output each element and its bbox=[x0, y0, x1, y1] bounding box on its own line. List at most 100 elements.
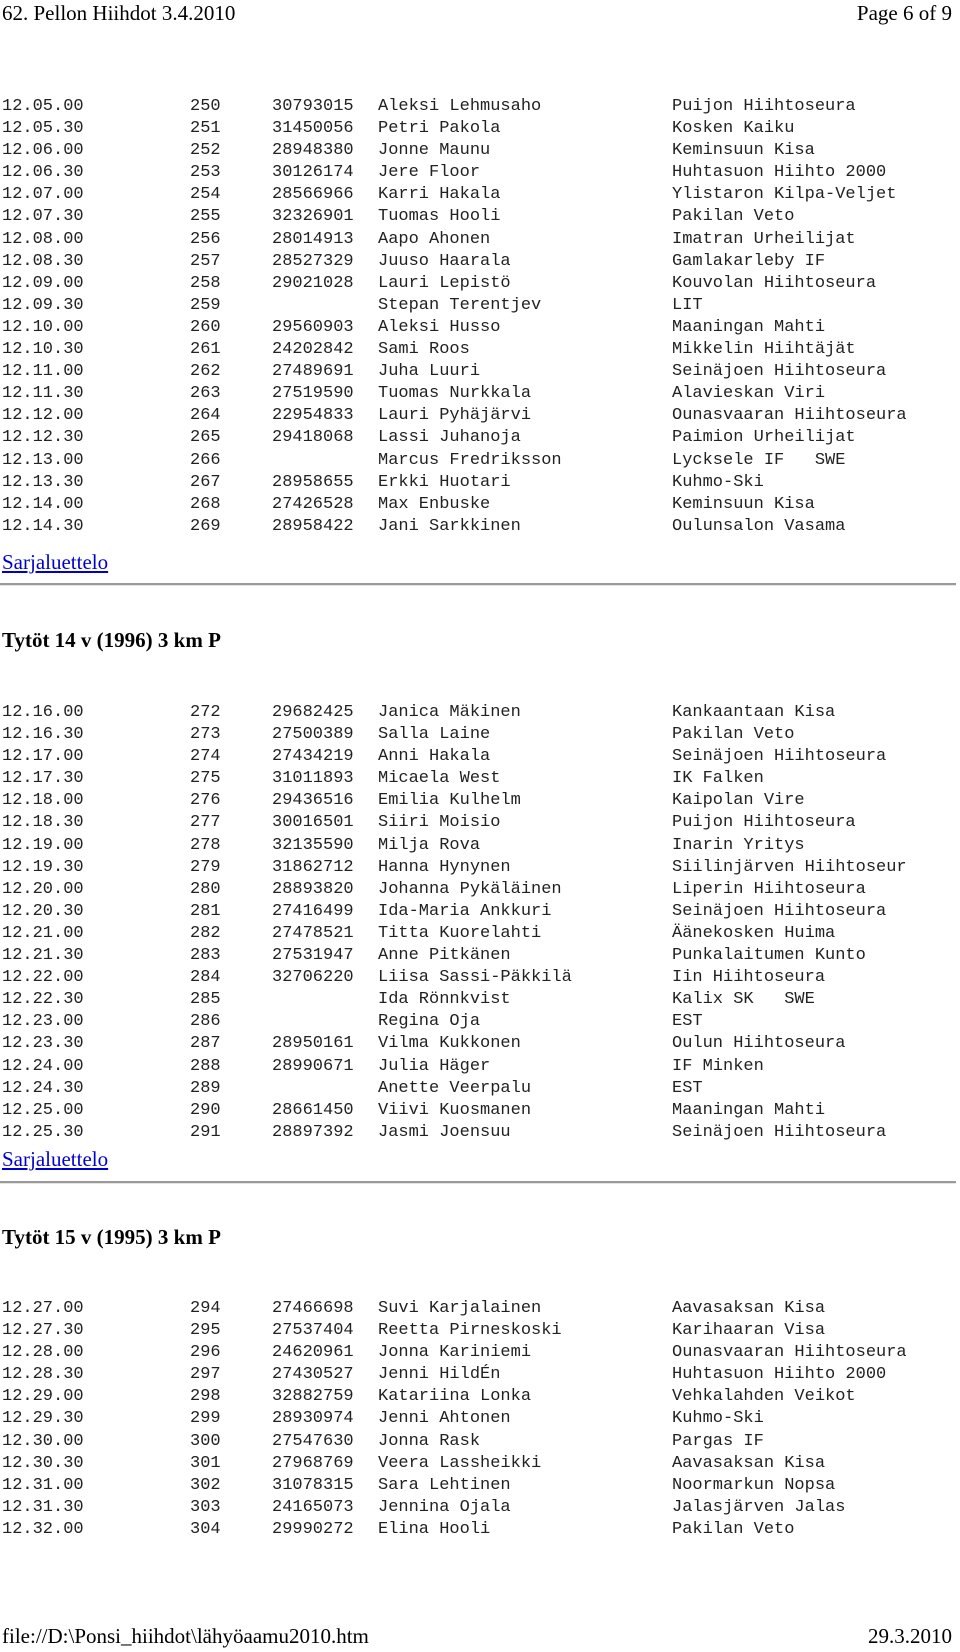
club-name: Pakilan Veto bbox=[672, 725, 795, 745]
bib-number: 264 bbox=[190, 406, 221, 426]
table-row: 12.25.00 290 28661450 Viivi Kuosmanen Maanin… bbox=[0, 1100, 960, 1122]
table-row: 12.29.00 298 32882759 Katariina Lonka Vehkal… bbox=[0, 1386, 960, 1408]
table-row: 12.22.30 285 Ida Rönnkvist Kalix SK SWE bbox=[0, 989, 960, 1011]
license-number: 27531947 bbox=[272, 946, 354, 966]
license-number: 27968769 bbox=[272, 1453, 354, 1473]
license-number: 28948380 bbox=[272, 141, 354, 161]
license-number: 27547630 bbox=[272, 1431, 354, 1451]
table-row: 12.09.00 258 29021028 Lauri Lepistö Kouvolan… bbox=[0, 273, 960, 295]
start-time: 12.27.30 bbox=[2, 1321, 84, 1341]
competitor-name: Salla Laine bbox=[378, 725, 491, 745]
bib-number: 277 bbox=[190, 813, 221, 833]
sarjaluettelo-link[interactable]: Sarjaluettelo bbox=[2, 549, 108, 575]
table-row: 12.23.30 287 28950161 Vilma Kukkonen Oulun H… bbox=[0, 1033, 960, 1055]
license-number: 31011893 bbox=[272, 769, 354, 789]
bib-number: 251 bbox=[190, 119, 221, 139]
bib-number: 266 bbox=[190, 450, 221, 470]
table-row: 12.14.00 268 27426528 Max Enbuske Keminsuun … bbox=[0, 494, 960, 516]
competitor-name: Anne Pitkänen bbox=[378, 946, 511, 966]
competitor-name: Katariina Lonka bbox=[378, 1387, 532, 1407]
license-number: 30016501 bbox=[272, 813, 354, 833]
competitor-name: Veera Lassheikki bbox=[378, 1453, 542, 1473]
bib-number: 291 bbox=[190, 1122, 221, 1142]
license-number: 31862712 bbox=[272, 857, 354, 877]
license-number: 32135590 bbox=[272, 835, 354, 855]
bib-number: 254 bbox=[190, 185, 221, 205]
start-time: 12.05.00 bbox=[2, 97, 84, 116]
club-name: Liperin Hiihtoseura bbox=[672, 879, 866, 899]
club-name: Kosken Kaiku bbox=[672, 119, 795, 139]
start-list-rows: 12.16.00 272 29682425 Janica Mäkinen Kankaan… bbox=[0, 702, 960, 1144]
competitor-name: Aleksi Husso bbox=[378, 317, 501, 337]
table-row: 12.32.00 304 29990272 Elina Hooli Pakilan Ve… bbox=[0, 1519, 960, 1541]
competitor-name: Karri Hakala bbox=[378, 185, 501, 205]
club-name: Jalasjärven Jalas bbox=[672, 1497, 846, 1517]
bib-number: 275 bbox=[190, 769, 221, 789]
license-number: 32882759 bbox=[272, 1387, 354, 1407]
sarjaluettelo-link[interactable]: Sarjaluettelo bbox=[2, 1146, 108, 1172]
bib-number: 280 bbox=[190, 879, 221, 899]
club-name: Siilinjärven Hiihtoseur bbox=[672, 857, 907, 877]
competitor-name: Jenni HildÉn bbox=[378, 1365, 501, 1385]
competitor-name: Reetta Pirneskoski bbox=[378, 1321, 562, 1341]
bib-number: 298 bbox=[190, 1387, 221, 1407]
competitor-name: Viivi Kuosmanen bbox=[378, 1100, 532, 1120]
start-time: 12.31.30 bbox=[2, 1497, 84, 1517]
bib-number: 255 bbox=[190, 207, 221, 227]
competitor-name: Marcus Fredriksson bbox=[378, 450, 562, 470]
table-row: 12.09.30 259 Stepan Terentjev LIT bbox=[0, 295, 960, 317]
start-time: 12.06.00 bbox=[2, 141, 84, 161]
start-time: 12.18.00 bbox=[2, 791, 84, 811]
table-row: 12.12.30 265 29418068 Lassi Juhanoja Paimion… bbox=[0, 427, 960, 449]
club-name: Lycksele IF SWE bbox=[672, 450, 846, 470]
table-row: 12.30.30 301 27968769 Veera Lassheikki Aavas… bbox=[0, 1453, 960, 1475]
section-heading: Tytöt 14 v (1996) 3 km P bbox=[2, 628, 221, 652]
bib-number: 269 bbox=[190, 516, 221, 536]
table-row: 12.17.30 275 31011893 Micaela West IK Falken bbox=[0, 768, 960, 790]
competitor-name: Lauri Lepistö bbox=[378, 273, 511, 293]
bib-number: 258 bbox=[190, 273, 221, 293]
start-time: 12.14.00 bbox=[2, 494, 84, 514]
bib-number: 288 bbox=[190, 1056, 221, 1076]
table-row: 12.18.30 277 30016501 Siiri Moisio Puijon Hi… bbox=[0, 812, 960, 834]
bib-number: 302 bbox=[190, 1475, 221, 1495]
club-name: Pakilan Veto bbox=[672, 1519, 795, 1539]
club-name: Maaningan Mahti bbox=[672, 1100, 826, 1120]
competitor-name: Jani Sarkkinen bbox=[378, 516, 521, 536]
bib-number: 250 bbox=[190, 97, 221, 116]
table-row: 12.06.30 253 30126174 Jere Floor Huhtasuon H… bbox=[0, 162, 960, 184]
start-time: 12.16.00 bbox=[2, 703, 84, 722]
start-time: 12.16.30 bbox=[2, 725, 84, 745]
start-time: 12.23.00 bbox=[2, 1012, 84, 1032]
start-time: 12.10.00 bbox=[2, 317, 84, 337]
license-number: 28990671 bbox=[272, 1056, 354, 1076]
table-row: 12.13.00 266 Marcus Fredriksson Lycksele IF… bbox=[0, 450, 960, 472]
table-row: 12.29.30 299 28930974 Jenni Ahtonen Kuhmo-Sk… bbox=[0, 1408, 960, 1430]
start-time: 12.22.00 bbox=[2, 968, 84, 988]
competitor-name: Tuomas Nurkkala bbox=[378, 384, 532, 404]
table-row: 12.31.00 302 31078315 Sara Lehtinen Noormark… bbox=[0, 1475, 960, 1497]
club-name: Vehkalahden Veikot bbox=[672, 1387, 856, 1407]
club-name: Pargas IF bbox=[672, 1431, 764, 1451]
bib-number: 295 bbox=[190, 1321, 221, 1341]
table-row: 12.31.30 303 24165073 Jennina Ojala Jalasjär… bbox=[0, 1497, 960, 1519]
table-row: 12.07.30 255 32326901 Tuomas Hooli Pakilan V… bbox=[0, 206, 960, 228]
table-row: 12.28.00 296 24620961 Jonna Kariniemi Ounasv… bbox=[0, 1342, 960, 1364]
start-time: 12.20.00 bbox=[2, 879, 84, 899]
start-time: 12.25.30 bbox=[2, 1122, 84, 1142]
competitor-name: Sami Roos bbox=[378, 340, 470, 360]
start-time: 12.30.00 bbox=[2, 1431, 84, 1451]
club-name: Imatran Urheilijat bbox=[672, 229, 856, 249]
competitor-name: Jonna Kariniemi bbox=[378, 1343, 532, 1363]
bib-number: 261 bbox=[190, 340, 221, 360]
bib-number: 259 bbox=[190, 295, 221, 315]
start-time: 12.23.30 bbox=[2, 1034, 84, 1054]
table-row: 12.21.30 283 27531947 Anne Pitkänen Punkalai… bbox=[0, 945, 960, 967]
competitor-name: Anni Hakala bbox=[378, 747, 491, 767]
table-row: 12.10.00 260 29560903 Aleksi Husso Maaningan… bbox=[0, 317, 960, 339]
bib-number: 287 bbox=[190, 1034, 221, 1054]
table-row: 12.07.00 254 28566966 Karri Hakala Ylistaron… bbox=[0, 184, 960, 206]
bib-number: 276 bbox=[190, 791, 221, 811]
bib-number: 262 bbox=[190, 362, 221, 382]
start-time: 12.29.00 bbox=[2, 1387, 84, 1407]
